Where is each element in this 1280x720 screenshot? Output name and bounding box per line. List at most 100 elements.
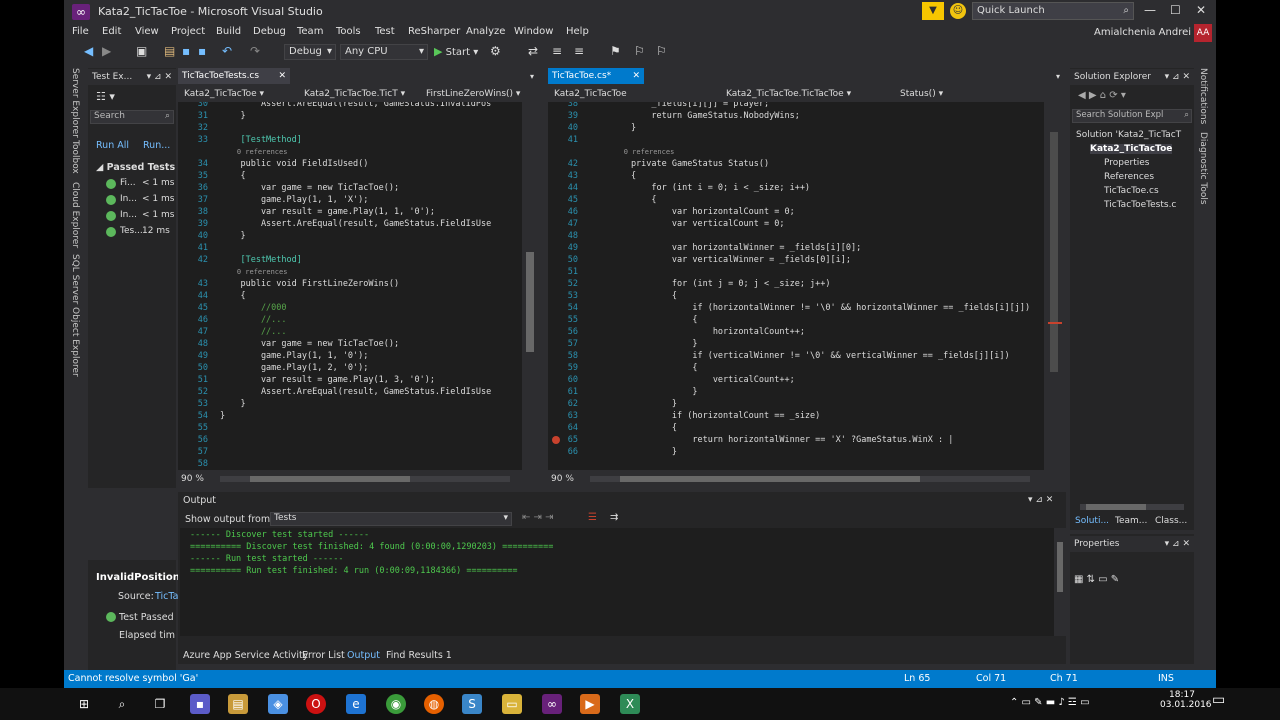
- solution-item[interactable]: Kata2_TicTacToe: [1090, 144, 1173, 154]
- group-by-icon[interactable]: ☷ ▾: [96, 90, 115, 103]
- output-find-icon[interactable]: ⇤ ⇥ ⇥: [522, 512, 554, 523]
- system-tray-icons[interactable]: ⌃ ▭ ✎ ▬ ♪ ☲ ▭: [1010, 697, 1090, 708]
- properties-toolbar-icons[interactable]: ▦ ⇅ ▭ ✎: [1074, 574, 1119, 585]
- menu-edit[interactable]: Edit: [102, 26, 121, 37]
- right-nav-project[interactable]: Kata2_TicTacToe: [548, 86, 716, 102]
- test-item[interactable]: In...: [120, 194, 137, 204]
- word-wrap-icon[interactable]: ⇉: [610, 512, 618, 523]
- close-tab-icon[interactable]: ✕: [278, 68, 286, 84]
- solution-item[interactable]: Properties: [1104, 158, 1149, 168]
- solution-item[interactable]: TicTacToe.cs: [1104, 186, 1159, 196]
- solution-search-input[interactable]: Search Solution Expl ⌕: [1072, 109, 1192, 123]
- back-icon[interactable]: ◀: [84, 44, 93, 58]
- toolbox-tab[interactable]: Toolbox: [70, 140, 80, 174]
- file-explorer-icon[interactable]: ▭: [502, 694, 522, 714]
- menu-analyze[interactable]: Analyze: [466, 26, 505, 37]
- menu-view[interactable]: View: [135, 26, 159, 37]
- menu-test[interactable]: Test: [375, 26, 395, 37]
- test-item[interactable]: Fi...: [120, 178, 136, 188]
- reference-count[interactable]: 0 references: [220, 146, 288, 158]
- test-item[interactable]: Tes...: [120, 226, 143, 236]
- excel-icon[interactable]: X: [620, 694, 640, 714]
- right-hscrollbar[interactable]: [590, 476, 1030, 482]
- bookmark-next-icon[interactable]: ⚐: [656, 44, 667, 58]
- menu-resharper[interactable]: ReSharper: [408, 26, 460, 37]
- new-project-icon[interactable]: ▣: [136, 44, 147, 58]
- start-button[interactable]: ▶ Start ▾: [434, 45, 478, 58]
- passed-tests-group[interactable]: ◢ Passed Tests (4: [96, 162, 189, 173]
- outdent-icon[interactable]: ≡: [574, 44, 584, 58]
- floppy-app-icon[interactable]: ▪: [190, 694, 210, 714]
- solution-item[interactable]: TicTacToeTests.c: [1104, 200, 1176, 210]
- run-link[interactable]: Run...: [143, 140, 170, 151]
- tab-find-results[interactable]: Find Results 1: [386, 650, 452, 661]
- visual-studio-taskbar-icon[interactable]: ∞: [542, 694, 562, 714]
- right-vscrollbar[interactable]: [1044, 102, 1064, 470]
- feedback-smile-icon[interactable]: ☺: [950, 3, 966, 19]
- run-all-link[interactable]: Run All: [96, 140, 129, 151]
- left-vscrollbar[interactable]: [522, 102, 538, 470]
- bookmark-prev-icon[interactable]: ⚐: [634, 44, 645, 58]
- diagnostic-tools-tab[interactable]: Diagnostic Tools: [1198, 132, 1208, 205]
- right-nav-class[interactable]: Kata2_TicTacToe.TicTacToe ▾: [722, 86, 892, 102]
- notifications-tab[interactable]: Notifications: [1198, 68, 1208, 124]
- avatar[interactable]: AA: [1194, 24, 1212, 42]
- tab-class-view[interactable]: Class...: [1155, 516, 1187, 526]
- reference-count[interactable]: 0 references: [220, 266, 288, 278]
- forward-icon[interactable]: ▶: [102, 44, 111, 58]
- sql-server-object-explorer-tab[interactable]: SQL Server Object Explorer: [70, 254, 80, 377]
- opera-icon[interactable]: O: [306, 694, 326, 714]
- minimize-button[interactable]: —: [1144, 3, 1156, 17]
- menu-debug[interactable]: Debug: [253, 26, 286, 37]
- cloud-explorer-tab[interactable]: Cloud Explorer: [70, 182, 80, 248]
- menu-team[interactable]: Team: [297, 26, 323, 37]
- close-tab-icon[interactable]: ✕: [632, 68, 640, 84]
- left-zoom[interactable]: 90 %: [181, 474, 204, 484]
- user-name[interactable]: Amialchenia Andrei: [1094, 27, 1191, 38]
- search-icon[interactable]: ⌕: [112, 694, 132, 714]
- tab-team-explorer[interactable]: Team...: [1115, 516, 1147, 526]
- clock[interactable]: 18:17 03.01.2016: [1160, 690, 1212, 710]
- action-center-icon[interactable]: ▭: [1212, 692, 1225, 708]
- left-hscrollbar[interactable]: [220, 476, 510, 482]
- solution-hscrollbar[interactable]: [1080, 504, 1184, 510]
- tab-error-list[interactable]: Error List: [302, 650, 345, 661]
- left-nav-class[interactable]: Kata2_TicTacToe.TicT ▾: [300, 86, 420, 102]
- tab-overflow-icon[interactable]: ▾: [1056, 72, 1060, 81]
- store-icon[interactable]: ◈: [268, 694, 288, 714]
- notification-flag-icon[interactable]: ▼: [922, 2, 944, 20]
- output-vscrollbar[interactable]: [1054, 528, 1066, 636]
- output-source-select[interactable]: Tests ▾: [270, 512, 512, 526]
- step-icon[interactable]: ⇄: [528, 44, 538, 58]
- undo-icon[interactable]: ↶: [222, 44, 232, 58]
- reference-count[interactable]: 0 references: [590, 146, 675, 158]
- tab-tictactoe[interactable]: TicTacToe.cs* ✕: [548, 68, 644, 84]
- open-file-icon[interactable]: ▤: [164, 44, 175, 58]
- left-code-editor[interactable]: 30 Assert.AreEqual(result, GameStatus.In…: [178, 102, 522, 470]
- tab-overflow-icon[interactable]: ▾: [530, 72, 534, 81]
- windows-start-icon[interactable]: ⊞: [74, 694, 94, 714]
- calculator-icon[interactable]: ▤: [228, 694, 248, 714]
- tab-solution-explorer[interactable]: Soluti...: [1075, 516, 1109, 526]
- right-zoom[interactable]: 90 %: [551, 474, 574, 484]
- task-view-icon[interactable]: ❐: [150, 694, 170, 714]
- menu-tools[interactable]: Tools: [336, 26, 361, 37]
- solution-toolbar-icons[interactable]: ◀ ▶ ⌂ ⟳ ▾: [1078, 90, 1126, 101]
- tab-azure-app-service-activity[interactable]: Azure App Service Activity: [183, 650, 308, 661]
- menu-window[interactable]: Window: [514, 26, 553, 37]
- chrome-icon[interactable]: ◉: [386, 694, 406, 714]
- menu-build[interactable]: Build: [216, 26, 241, 37]
- menu-project[interactable]: Project: [171, 26, 205, 37]
- solution-item[interactable]: References: [1104, 172, 1154, 182]
- edge-icon[interactable]: e: [346, 694, 366, 714]
- media-player-icon[interactable]: ▶: [580, 694, 600, 714]
- redo-icon[interactable]: ↷: [250, 44, 260, 58]
- skype-icon[interactable]: S: [462, 694, 482, 714]
- indent-icon[interactable]: ≡: [552, 44, 562, 58]
- tab-output[interactable]: Output: [347, 650, 380, 661]
- solution-item[interactable]: Solution 'Kata2_TicTacT: [1076, 130, 1181, 140]
- output-window-controls[interactable]: ▾ ⊿ ✕: [1028, 495, 1053, 505]
- right-nav-member[interactable]: Status() ▾: [896, 86, 1062, 102]
- bookmark-icon[interactable]: ⚑: [610, 44, 621, 58]
- maximize-button[interactable]: ☐: [1170, 3, 1181, 17]
